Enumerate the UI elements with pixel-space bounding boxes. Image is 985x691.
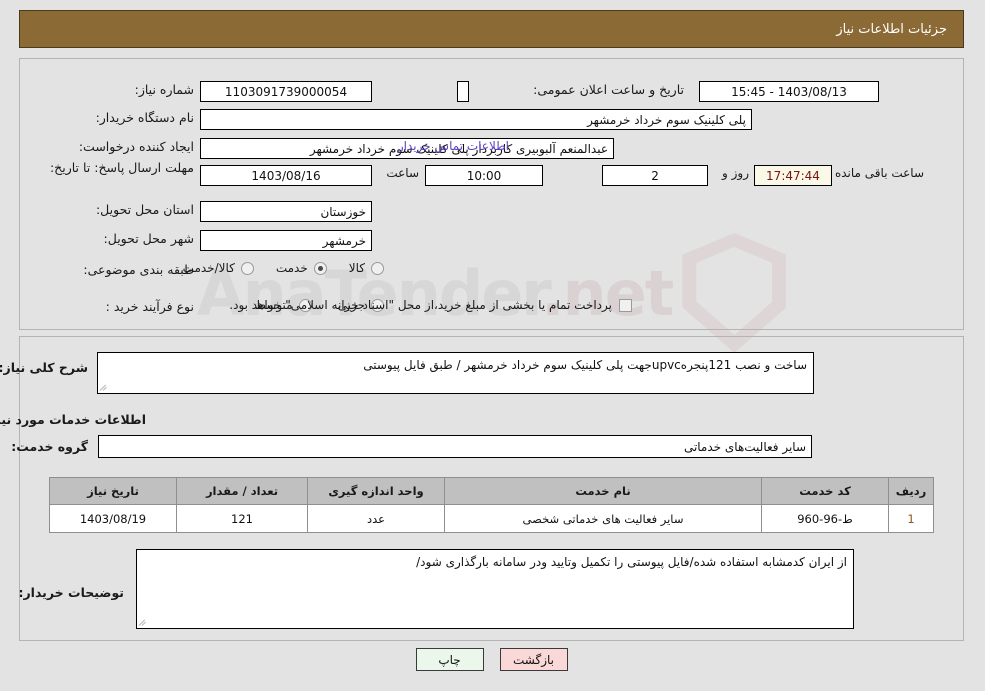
service-group-label: گروه خدمت: [12, 439, 89, 454]
buyer-notes-text: از ایران کدمشابه استفاده شده/فایل پیوستی… [417, 555, 848, 569]
province-value: خوزستان [201, 201, 373, 222]
summary-textarea[interactable]: ساخت و نصب 121پنجرهupvcجهت پلی کلینیک سو… [98, 352, 815, 394]
notes-label: توضیحات خریدار: [19, 585, 125, 600]
cell-unit: عدد [308, 504, 446, 533]
classification-radio-group: کالا خدمت کالا/خدمت [184, 261, 385, 275]
city-label-row: شهر محل تحویل: [105, 231, 195, 246]
requester-label: ایجاد کننده درخواست: [79, 139, 195, 154]
table-header-row: ردیف کد خدمت نام خدمت واحد اندازه گیری ت… [50, 477, 935, 505]
resize-grip-icon[interactable] [100, 382, 111, 392]
radio-option-kala-khedmat[interactable]: کالا/خدمت [184, 261, 255, 275]
page-header: جزئیات اطلاعات نیاز [20, 10, 965, 48]
col-need-date: تاریخ نیاز [50, 477, 178, 505]
summary-label: شرح کلی نیاز: [0, 360, 89, 375]
col-unit: واحد اندازه گیری [308, 477, 446, 505]
buyer-org-value: پلی کلینیک سوم خرداد خرمشهر [201, 109, 753, 130]
need-number-label: شماره نیاز: [135, 82, 195, 97]
col-service-code: کد خدمت [762, 477, 890, 505]
cell-service-name: سایر فعالیت های خدماتی شخصی [445, 504, 763, 533]
buyer-org-label-row: نام دستگاه خریدار: [97, 110, 195, 125]
col-service-name: نام خدمت [445, 477, 763, 505]
province-label-row: استان محل تحویل: [97, 202, 195, 217]
radio-option-kala[interactable]: کالا [350, 261, 385, 275]
services-table: ردیف کد خدمت نام خدمت واحد اندازه گیری ت… [50, 477, 935, 533]
contact-link-wrap[interactable]: اطلاعات تماس خریدار [399, 139, 510, 153]
hours-remaining-label: ساعت باقی مانده [835, 166, 925, 180]
treasury-checkbox-row[interactable]: پرداخت تمام یا بخشی از مبلغ خرید،از محل … [230, 298, 633, 312]
table-row: 1 ط-96-960 سایر فعالیت های خدماتی شخصی ع… [50, 504, 935, 533]
city-label: شهر محل تحویل: [104, 231, 195, 246]
service-group-value: سایر فعالیت‌های خدماتی [99, 435, 813, 458]
deadline-label: مهلت ارسال پاسخ: تا تاریخ: [50, 160, 195, 175]
deadline-time-label: ساعت [387, 166, 420, 180]
page-root: AnaTender.net جزئیات اطلاعات نیاز شماره … [0, 0, 985, 691]
services-heading: اطلاعات خدمات مورد نیاز [0, 412, 147, 427]
requester-label-row: ایجاد کننده درخواست: [80, 139, 195, 154]
days-and-label: روز و [723, 166, 750, 180]
need-number-value: 1103091739000054 [201, 81, 373, 102]
buyer-contact-link[interactable]: اطلاعات تماس خریدار [399, 139, 510, 153]
services-table-wrap: ردیف کد خدمت نام خدمت واحد اندازه گیری ت… [50, 477, 935, 533]
treasury-checkbox[interactable] [620, 298, 633, 312]
cell-need-date: 1403/08/19 [50, 504, 178, 533]
print-button[interactable]: چاپ [416, 648, 485, 671]
deadline-date-value: 1403/08/16 [201, 165, 373, 186]
buyer-notes-textarea[interactable]: از ایران کدمشابه استفاده شده/فایل پیوستی… [137, 549, 855, 629]
cell-service-code: ط-96-960 [762, 504, 890, 533]
treasury-note-text: پرداخت تمام یا بخشی از مبلغ خرید،از محل … [230, 298, 613, 312]
resize-grip-icon-notes[interactable] [139, 617, 150, 627]
remaining-countdown-timer: 17:47:44 [755, 165, 833, 186]
back-button[interactable]: بازگشت [500, 648, 569, 671]
announce-datetime-label: تاریخ و ساعت اعلان عمومی: [534, 82, 685, 97]
hours-remaining-label-row: ساعت باقی مانده [836, 166, 925, 180]
announce-datetime-value: 1403/08/13 - 15:45 [700, 81, 880, 102]
city-value: خرمشهر [201, 230, 373, 251]
announce-datetime-label-row: تاریخ و ساعت اعلان عمومی: [534, 82, 685, 97]
radio-khedmat-icon[interactable] [314, 261, 328, 275]
remaining-days-value: 2 [603, 165, 709, 186]
classification-label: طبقه بندی موضوعی: [84, 262, 195, 277]
radio-khedmat-label: خدمت [276, 261, 309, 275]
col-radif: ردیف [889, 477, 935, 505]
deadline-time-value: 10:00 [426, 165, 544, 186]
radio-kala-khedmat-label: کالا/خدمت [183, 261, 236, 275]
process-type-label: نوع فرآیند خرید : [106, 299, 195, 314]
page-title: جزئیات اطلاعات نیاز [837, 21, 948, 37]
deadline-time-label-row: ساعت [387, 166, 420, 180]
province-label: استان محل تحویل: [96, 202, 195, 217]
summary-text: ساخت و نصب 121پنجرهupvcجهت پلی کلینیک سو… [364, 358, 808, 372]
radio-kala-label: کالا [349, 261, 366, 275]
buyer-org-label: نام دستگاه خریدار: [96, 110, 195, 125]
action-buttons: بازگشت چاپ [0, 648, 985, 671]
radio-kala-icon[interactable] [372, 261, 385, 275]
cell-radif: 1 [889, 504, 935, 533]
radio-option-khedmat[interactable]: خدمت [277, 261, 328, 275]
radio-kala-khedmat-icon[interactable] [241, 261, 255, 275]
process-type-label-row: نوع فرآیند خرید : [107, 299, 195, 314]
days-and-label-row: روز و [723, 166, 750, 180]
cell-qty: 121 [177, 504, 309, 533]
deadline-label-row: مهلت ارسال پاسخ: تا تاریخ: [45, 160, 195, 177]
classification-label-row: طبقه بندی موضوعی: [84, 262, 195, 277]
col-qty: تعداد / مقدار [177, 477, 309, 505]
need-number-label-row: شماره نیاز: [136, 82, 195, 97]
